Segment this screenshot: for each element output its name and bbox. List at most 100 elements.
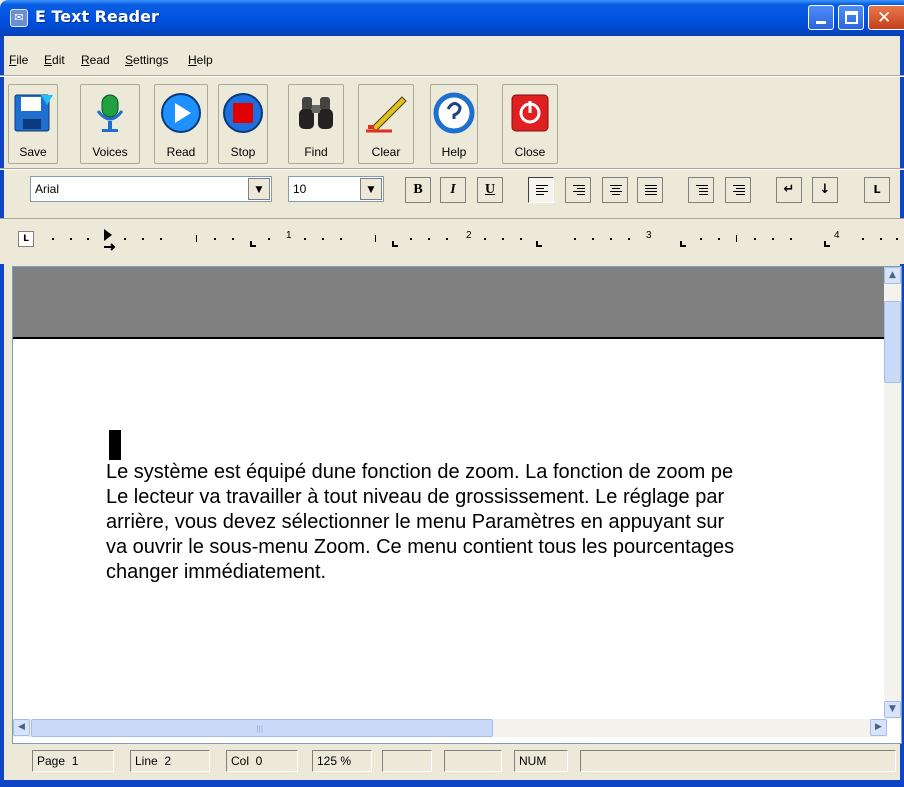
align-center-button[interactable] bbox=[602, 177, 628, 203]
italic-button[interactable]: I bbox=[440, 177, 466, 203]
binoculars-icon bbox=[299, 97, 333, 129]
scroll-up-icon[interactable]: ▲ bbox=[884, 267, 901, 284]
clear-label: Clear bbox=[371, 145, 401, 159]
align-right-icon bbox=[573, 185, 585, 197]
menu-edit[interactable]: Edit bbox=[44, 53, 65, 67]
align-center-icon bbox=[610, 185, 622, 197]
pencil-icon bbox=[366, 96, 407, 133]
menu-file[interactable]: File bbox=[9, 53, 28, 67]
text-line: va ouvrir le sous-menu Zoom. Ce menu con… bbox=[106, 536, 735, 558]
scroll-right-icon[interactable]: ▶ bbox=[870, 719, 887, 736]
text-line: Le lecteur va travailler à tout niveau d… bbox=[106, 486, 725, 508]
align-right-button[interactable] bbox=[565, 177, 591, 203]
find-label: Find bbox=[304, 145, 328, 159]
power-icon bbox=[511, 94, 549, 132]
underline-button[interactable]: U bbox=[477, 177, 503, 203]
minimize-button[interactable] bbox=[808, 5, 834, 30]
align-left-icon bbox=[536, 185, 548, 197]
read-label: Read bbox=[166, 145, 196, 159]
text-line: arrière, vous devez sélectionner le menu… bbox=[106, 511, 725, 533]
numbered-list-button[interactable] bbox=[688, 177, 714, 203]
font-select[interactable]: Arial ▼ bbox=[30, 176, 272, 202]
line-feed-button[interactable]: ↵ bbox=[776, 177, 802, 203]
book-icon: ✉ bbox=[10, 9, 28, 27]
document-text[interactable]: Le système est équipé dune fonction de z… bbox=[106, 460, 887, 585]
format-toolbar: Arial ▼ 10 ▼ B I U ↵ ↓ L bbox=[0, 172, 904, 208]
chevron-down-icon[interactable]: ▼ bbox=[248, 178, 270, 200]
text-cursor bbox=[109, 430, 121, 460]
stop-button[interactable]: Stop bbox=[218, 84, 268, 164]
close-label: Close bbox=[514, 145, 546, 159]
status-num: NUM bbox=[514, 750, 568, 772]
help-button[interactable]: Help bbox=[430, 84, 478, 164]
window-border-bottom bbox=[0, 780, 904, 787]
bullet-list-button[interactable] bbox=[725, 177, 751, 203]
ruler-number-3: 3 bbox=[646, 230, 652, 241]
ruler[interactable]: L 1 2 3 4 bbox=[0, 218, 904, 264]
help-label: Help bbox=[441, 145, 467, 159]
arrow-down-icon: ↓ bbox=[819, 182, 831, 197]
tab-selector-icon[interactable]: L bbox=[18, 231, 34, 247]
clear-button[interactable]: Clear bbox=[358, 84, 414, 164]
menu-help[interactable]: Help bbox=[188, 53, 213, 67]
vertical-scrollbar[interactable]: ▲ ▼ bbox=[884, 267, 901, 719]
help-icon bbox=[433, 92, 475, 134]
find-button[interactable]: Find bbox=[288, 84, 344, 164]
status-empty-3 bbox=[580, 750, 896, 772]
horizontal-scrollbar[interactable]: ◀ ||| ▶ bbox=[13, 719, 887, 737]
font-size-select[interactable]: 10 ▼ bbox=[288, 176, 384, 202]
close-button[interactable]: Close bbox=[502, 84, 558, 164]
menu-settings[interactable]: Settings bbox=[125, 53, 168, 67]
align-left-button[interactable] bbox=[528, 177, 554, 203]
chevron-down-icon[interactable]: ▼ bbox=[360, 178, 382, 200]
arrow-down-button[interactable]: ↓ bbox=[812, 177, 838, 203]
bullet-list-icon bbox=[733, 185, 745, 197]
indent-marker-icon[interactable] bbox=[102, 227, 116, 255]
microphone-icon bbox=[96, 94, 124, 132]
status-col: Col 0 bbox=[226, 750, 298, 772]
arrow-down-left-icon: ↵ bbox=[783, 182, 795, 197]
floppy-disk-icon bbox=[14, 94, 53, 132]
tab-button[interactable]: L bbox=[864, 177, 890, 203]
menu-bar: File Edit Read Settings Help bbox=[0, 48, 904, 72]
play-icon bbox=[161, 93, 201, 133]
menu-read[interactable]: Read bbox=[81, 53, 110, 67]
justify-button[interactable] bbox=[637, 177, 663, 203]
save-label: Save bbox=[19, 145, 47, 159]
stop-icon bbox=[223, 93, 263, 133]
scroll-down-icon[interactable]: ▼ bbox=[884, 701, 901, 718]
ruler-number-4: 4 bbox=[834, 230, 840, 241]
status-bar: Page 1 Line 2 Col 0 125 % NUM bbox=[0, 746, 904, 772]
read-button[interactable]: Read bbox=[154, 84, 208, 164]
bold-button[interactable]: B bbox=[405, 177, 431, 203]
maximize-button[interactable] bbox=[838, 5, 864, 30]
close-window-button[interactable]: ✕ bbox=[868, 5, 904, 30]
vertical-scroll-thumb[interactable] bbox=[884, 301, 901, 383]
ruler-number-1: 1 bbox=[286, 230, 292, 241]
status-line: Line 2 bbox=[130, 750, 210, 772]
status-empty-2 bbox=[444, 750, 502, 772]
status-empty-1 bbox=[382, 750, 432, 772]
scroll-left-icon[interactable]: ◀ bbox=[13, 719, 30, 736]
title-bar[interactable]: ✉ E Text Reader ✕ bbox=[0, 0, 904, 36]
horizontal-scroll-thumb[interactable]: ||| bbox=[31, 719, 493, 737]
save-button[interactable]: Save bbox=[8, 84, 58, 164]
menu-separator bbox=[0, 75, 904, 77]
main-toolbar: Save Voices Read Stop Find Clear Help Cl… bbox=[0, 80, 904, 166]
tab-l-icon: L bbox=[873, 183, 881, 196]
voices-label: Voices bbox=[92, 145, 128, 159]
status-page: Page 1 bbox=[32, 750, 114, 772]
ruler-number-2: 2 bbox=[466, 230, 472, 241]
justify-icon bbox=[645, 185, 657, 197]
text-line: changer immédiatement. bbox=[106, 561, 327, 583]
page-gap bbox=[13, 267, 887, 339]
numbered-list-icon bbox=[696, 185, 708, 197]
status-zoom: 125 % bbox=[312, 750, 372, 772]
toolbar-separator bbox=[0, 168, 904, 170]
font-size-value: 10 bbox=[293, 182, 307, 196]
window-title: E Text Reader bbox=[35, 7, 159, 26]
voices-button[interactable]: Voices bbox=[80, 84, 140, 164]
font-value: Arial bbox=[35, 182, 60, 196]
text-line: Le système est équipé dune fonction de z… bbox=[106, 461, 734, 483]
document-editor[interactable]: Le système est équipé dune fonction de z… bbox=[12, 266, 902, 744]
